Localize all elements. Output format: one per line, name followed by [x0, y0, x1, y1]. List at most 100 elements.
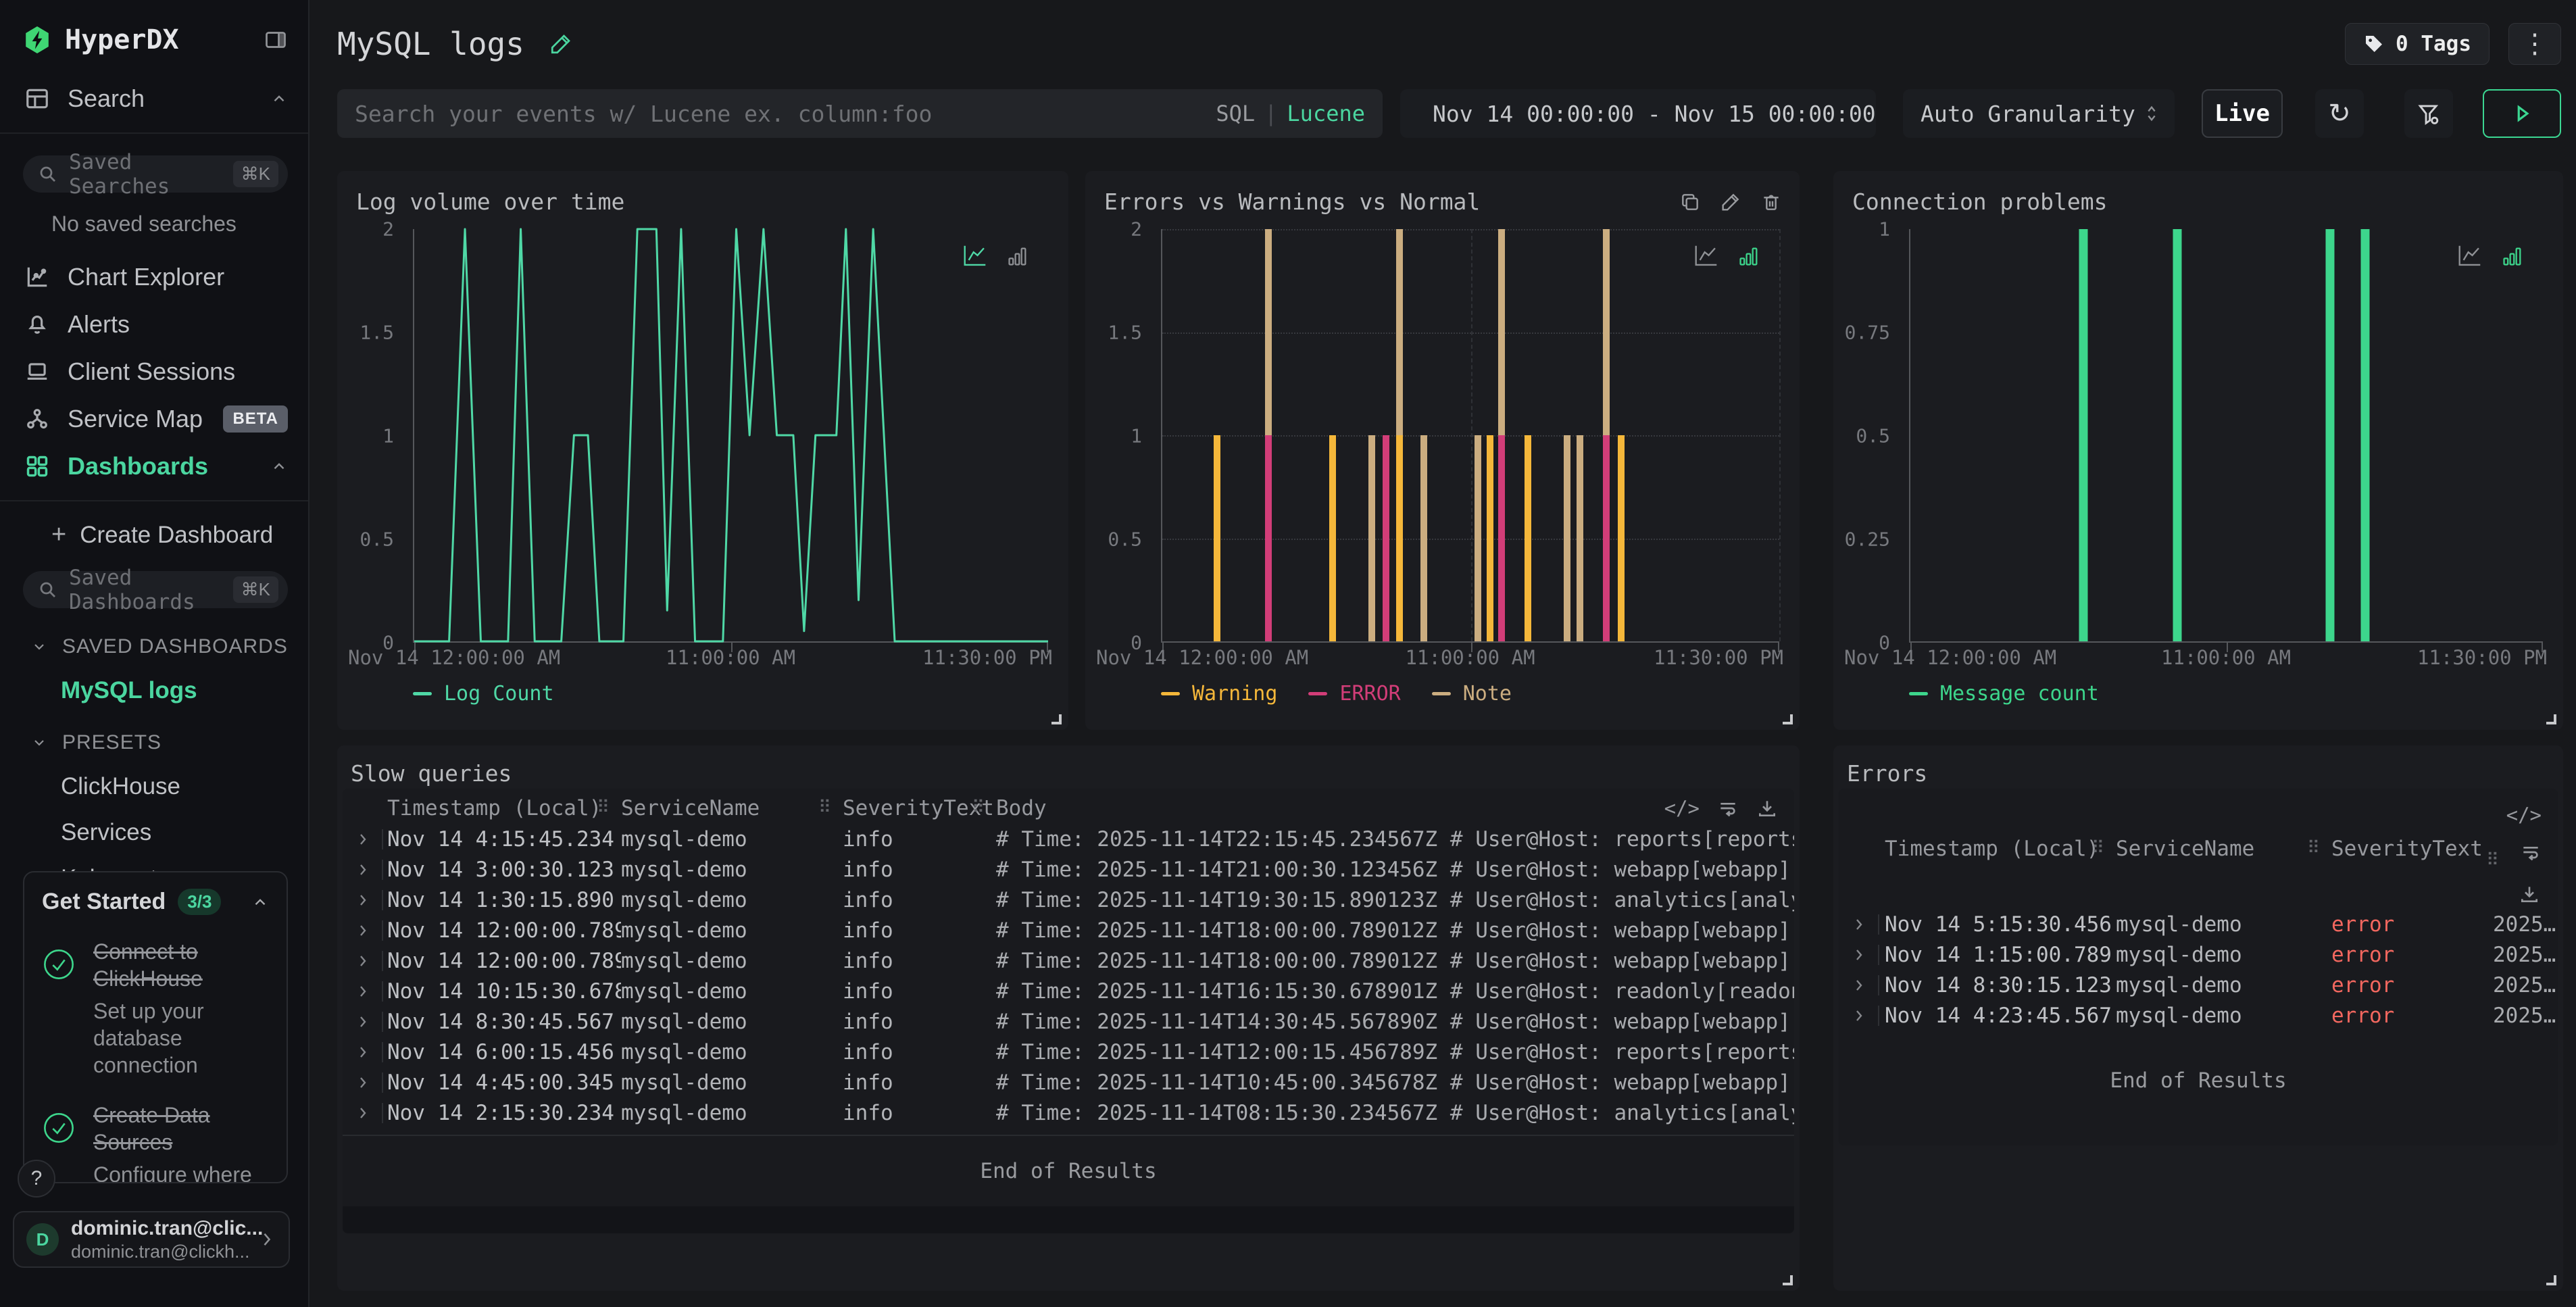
tags-button[interactable]: 0 Tags	[2345, 23, 2490, 65]
bar-view-icon[interactable]	[2501, 245, 2524, 268]
table-row[interactable]: Nov 14 4:15:45.234 PMmysql-demoinfo# Tim…	[343, 824, 1794, 854]
table-row[interactable]: Nov 14 1:30:15.890 PMmysql-demoinfo# Tim…	[343, 885, 1794, 915]
lucene-toggle[interactable]: Lucene	[1287, 101, 1365, 126]
drag-handle-icon[interactable]: ⠿	[597, 797, 610, 818]
line-view-icon[interactable]	[962, 244, 989, 268]
user-menu[interactable]: D dominic.tran@clic... dominic.tran@clic…	[13, 1211, 290, 1268]
edit-panel-icon[interactable]	[1720, 191, 1741, 213]
table-row[interactable]: Nov 14 5:15:30.456 PMmysql-demoerror2025…	[1839, 909, 2558, 939]
expand-row-icon[interactable]	[1851, 977, 1867, 993]
line-view-icon[interactable]	[1693, 244, 1720, 268]
sidebar-item-client-sessions[interactable]: Client Sessions	[0, 355, 308, 388]
event-search-input[interactable]: Search your events w/ Lucene ex. column:…	[337, 89, 1383, 138]
table-row[interactable]: Nov 14 8:30:15.123 AMmysql-demoerror2025…	[1839, 970, 2558, 1000]
expand-row-icon[interactable]	[355, 922, 371, 939]
column-header-servicename[interactable]: ⠿ServiceName	[2116, 837, 2331, 861]
wrap-text-icon[interactable]	[2520, 841, 2542, 866]
drag-handle-icon[interactable]: ⠿	[2307, 838, 2320, 858]
filter-button[interactable]	[2404, 89, 2453, 138]
table-row[interactable]: Nov 14 12:00:00.789 PMmysql-demoinfo# Ti…	[343, 915, 1794, 945]
table-row[interactable]: Nov 14 4:45:00.345 AMmysql-demoinfo# Tim…	[343, 1067, 1794, 1098]
run-query-button[interactable]	[2483, 89, 2561, 138]
collapse-sidebar-icon[interactable]	[264, 28, 288, 52]
expand-row-icon[interactable]	[1851, 916, 1867, 933]
legend-item[interactable]: Log Count	[413, 682, 554, 706]
bar-view-icon[interactable]	[1006, 245, 1029, 268]
line-chart-plot[interactable]	[413, 229, 1048, 643]
get-started-item[interactable]: Connect to ClickHouse Set up your databa…	[42, 938, 269, 1079]
section-presets[interactable]: PRESETS	[31, 731, 308, 754]
panel-resize-handle[interactable]	[1051, 714, 1062, 724]
table-row[interactable]: Nov 14 3:00:30.123 PMmysql-demoinfo# Tim…	[343, 854, 1794, 885]
drag-handle-icon[interactable]: ⠿	[2091, 838, 2104, 858]
help-button[interactable]: ?	[18, 1160, 55, 1198]
sidebar-item-search[interactable]: Search	[0, 82, 308, 115]
column-header-timestamp[interactable]: Timestamp (Local)	[1885, 837, 2116, 861]
expand-row-icon[interactable]	[355, 831, 371, 847]
dashboard-menu-button[interactable]: ⋮	[2508, 23, 2561, 65]
table-row[interactable]: Nov 14 12:00:00.789 PMmysql-demoinfo# Ti…	[343, 945, 1794, 976]
column-header-severitytext[interactable]: ⠿SeverityText	[2331, 837, 2493, 861]
expand-row-icon[interactable]	[1851, 947, 1867, 963]
expand-row-icon[interactable]	[1851, 1008, 1867, 1024]
table-row[interactable]: Nov 14 1:15:00.789 PMmysql-demoerror2025…	[1839, 939, 2558, 970]
legend-item[interactable]: Message count	[1909, 682, 2099, 706]
granularity-select[interactable]: Auto Granularity	[1903, 89, 2175, 138]
table-row[interactable]: Nov 14 10:15:30.678 AMmysql-demoinfo# Ti…	[343, 976, 1794, 1006]
bar-view-icon[interactable]	[1737, 245, 1760, 268]
horizontal-scrollbar[interactable]	[343, 1206, 1794, 1233]
sidebar-item-dashboards[interactable]: Dashboards	[0, 450, 308, 483]
wrap-text-icon[interactable]	[1717, 797, 1739, 819]
saved-dashboards-input[interactable]: Saved Dashboards ⌘K	[23, 571, 288, 608]
expand-row-icon[interactable]	[355, 1075, 371, 1091]
expand-row-icon[interactable]	[355, 1105, 371, 1121]
live-button[interactable]: Live	[2202, 89, 2283, 138]
column-header-body[interactable]: ⠿Body	[996, 796, 1664, 820]
view-source-icon[interactable]: </>	[1664, 797, 1700, 820]
column-header-timestamp[interactable]: Timestamp (Local)	[387, 796, 621, 820]
get-started-item[interactable]: Create Data Sources Configure where your…	[42, 1102, 269, 1183]
bar-chart-plot[interactable]	[1161, 229, 1779, 643]
sidebar-item-service-map[interactable]: Service Map BETA	[0, 403, 308, 435]
table-row[interactable]: Nov 14 6:00:15.456 AMmysql-demoinfo# Tim…	[343, 1037, 1794, 1067]
panel-resize-handle[interactable]	[1783, 1275, 1793, 1285]
expand-row-icon[interactable]	[355, 983, 371, 1000]
sidebar-item-alerts[interactable]: Alerts	[0, 308, 308, 341]
expand-row-icon[interactable]	[355, 953, 371, 969]
drag-handle-icon[interactable]: ⠿	[818, 797, 831, 818]
table-row[interactable]: Nov 14 8:30:45.567 AMmysql-demoinfo# Tim…	[343, 1006, 1794, 1037]
duplicate-panel-icon[interactable]	[1679, 191, 1701, 213]
expand-row-icon[interactable]	[355, 1014, 371, 1030]
sidebar-item-clickhouse[interactable]: ClickHouse	[61, 773, 308, 800]
chevron-up-icon[interactable]	[251, 893, 269, 911]
download-icon[interactable]	[2519, 883, 2540, 908]
saved-searches-input[interactable]: Saved Searches ⌘K	[23, 155, 288, 193]
bar-chart-plot[interactable]	[1909, 229, 2543, 643]
sidebar-item-chart-explorer[interactable]: Chart Explorer	[0, 261, 308, 293]
time-range-picker[interactable]: Nov 14 00:00:00 - Nov 15 00:00:00	[1400, 89, 1876, 138]
panel-resize-handle[interactable]	[1783, 714, 1793, 724]
create-dashboard-button[interactable]: + Create Dashboard	[51, 520, 308, 549]
expand-row-icon[interactable]	[355, 862, 371, 878]
refresh-button[interactable]: ↻	[2315, 89, 2364, 138]
section-saved-dashboards[interactable]: SAVED DASHBOARDS	[31, 635, 308, 658]
expand-row-icon[interactable]	[355, 892, 371, 908]
legend-item[interactable]: ERROR	[1308, 682, 1400, 706]
legend-item[interactable]: Note	[1432, 682, 1512, 706]
edit-title-icon[interactable]	[549, 32, 573, 56]
expand-row-icon[interactable]	[355, 1044, 371, 1060]
drag-handle-icon[interactable]: ⠿	[972, 797, 985, 818]
view-source-icon[interactable]: </>	[2506, 804, 2542, 827]
delete-panel-icon[interactable]	[1760, 191, 1782, 213]
line-view-icon[interactable]	[2456, 244, 2483, 268]
download-icon[interactable]	[1756, 797, 1778, 819]
panel-resize-handle[interactable]	[2546, 1275, 2556, 1285]
legend-item[interactable]: Warning	[1161, 682, 1277, 706]
table-row[interactable]: Nov 14 2:15:30.234 AMmysql-demoinfo# Tim…	[343, 1098, 1794, 1128]
column-header-servicename[interactable]: ⠿ServiceName	[621, 796, 843, 820]
table-row[interactable]: Nov 14 4:23:45.567 AMmysql-demoerror2025…	[1839, 1000, 2558, 1031]
sidebar-item-mysql-logs[interactable]: MySQL logs	[61, 677, 308, 704]
drag-handle-icon[interactable]: ⠿	[2486, 850, 2499, 870]
sidebar-item-services[interactable]: Services	[61, 819, 308, 846]
sql-toggle[interactable]: SQL	[1216, 101, 1255, 126]
